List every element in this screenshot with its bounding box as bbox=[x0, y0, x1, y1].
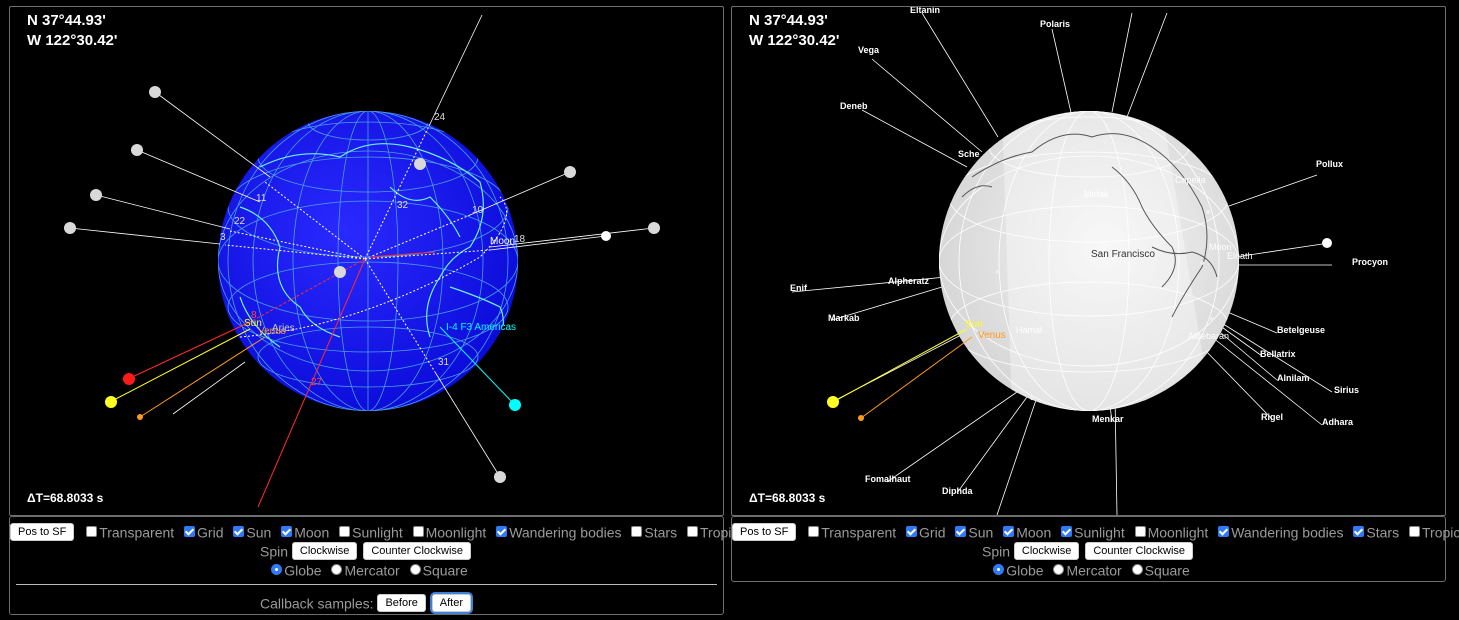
stars-checkbox-right[interactable] bbox=[1353, 525, 1365, 537]
svg-text:Elnath: Elnath bbox=[1227, 251, 1253, 261]
svg-text:Diphda: Diphda bbox=[942, 486, 973, 496]
svg-text:11: 11 bbox=[256, 193, 267, 204]
pos-to-sf-button[interactable]: Pos to SF bbox=[10, 523, 75, 542]
svg-text:32: 32 bbox=[397, 200, 409, 211]
svg-text:Aldebaran: Aldebaran bbox=[1188, 331, 1229, 341]
square-radio-right[interactable] bbox=[1131, 563, 1143, 575]
pos-to-sf-button-right[interactable]: Pos to SF bbox=[732, 523, 797, 542]
moon-marker[interactable] bbox=[601, 231, 611, 241]
square-radio[interactable] bbox=[409, 563, 421, 575]
left-globe-view[interactable]: 24 11 22 3 32 10 18 31 27 8 Moon Sun Ven… bbox=[9, 6, 724, 516]
svg-text:Sche: Sche bbox=[958, 149, 980, 159]
clockwise-button-right[interactable]: Clockwise bbox=[1013, 542, 1080, 561]
globe-radio-right[interactable] bbox=[993, 563, 1005, 575]
spin-row: Spin Clockwise Counter Clockwise bbox=[10, 542, 723, 561]
grid-checkbox[interactable] bbox=[184, 525, 196, 537]
before-button[interactable]: Before bbox=[377, 594, 426, 613]
san-francisco-label: San Francisco bbox=[1091, 249, 1155, 260]
svg-text:Markab: Markab bbox=[828, 313, 860, 323]
divider bbox=[16, 584, 717, 585]
svg-text:Procyon: Procyon bbox=[1352, 257, 1388, 267]
spin-row-right: Spin Clockwise Counter Clockwise bbox=[732, 542, 1445, 561]
svg-text:Moon: Moon bbox=[490, 236, 515, 247]
svg-text:Capella: Capella bbox=[1175, 175, 1206, 185]
right-controls: Pos to SF Transparent Grid Sun Moon Sunl… bbox=[731, 516, 1459, 582]
svg-text:Adhara: Adhara bbox=[1322, 417, 1354, 427]
grid-checkbox-right[interactable] bbox=[906, 525, 918, 537]
moon-checkbox-right[interactable] bbox=[1003, 525, 1015, 537]
svg-text:31: 31 bbox=[438, 357, 450, 368]
svg-text:Deneb: Deneb bbox=[840, 101, 868, 111]
moon-checkbox[interactable] bbox=[281, 525, 293, 537]
right-toggle-row: Pos to SF Transparent Grid Sun Moon Sunl… bbox=[732, 523, 1459, 542]
moonlight-checkbox[interactable] bbox=[412, 525, 424, 537]
counter-clockwise-button-right[interactable]: Counter Clockwise bbox=[1085, 542, 1194, 561]
delta-t-readout: ΔT=68.8033 s bbox=[27, 491, 104, 505]
left-toggle-row: Pos to SF Transparent Grid Sun Moon Sunl… bbox=[10, 523, 745, 542]
projection-row: Globe Mercator Square bbox=[10, 561, 723, 578]
moon-marker-right[interactable] bbox=[1322, 238, 1332, 248]
mercator-radio-right[interactable] bbox=[1053, 563, 1065, 575]
left-globe-canvas[interactable]: 24 11 22 3 32 10 18 31 27 8 Moon Sun Ven… bbox=[10, 7, 723, 515]
right-globe-canvas[interactable]: Eltanin Polaris Vega Deneb Sche Pollux P… bbox=[732, 7, 1445, 515]
svg-text:Mirfak: Mirfak bbox=[1084, 189, 1109, 199]
svg-text:Vega: Vega bbox=[858, 45, 880, 55]
mercator-radio[interactable] bbox=[331, 563, 343, 575]
latitude-readout-right: N 37°44.93' bbox=[749, 12, 828, 29]
svg-text:10: 10 bbox=[472, 205, 484, 216]
wandering-bodies-checkbox-right[interactable] bbox=[1218, 525, 1230, 537]
svg-text:Polaris: Polaris bbox=[1040, 19, 1070, 29]
counter-clockwise-button[interactable]: Counter Clockwise bbox=[363, 542, 472, 561]
svg-text:18: 18 bbox=[514, 234, 526, 245]
sun-checkbox[interactable] bbox=[233, 525, 245, 537]
svg-text:Enif: Enif bbox=[790, 283, 808, 293]
svg-text:Eltanin: Eltanin bbox=[910, 7, 940, 15]
svg-text:27: 27 bbox=[311, 377, 323, 388]
svg-text:Pollux: Pollux bbox=[1316, 159, 1343, 169]
venus-marker[interactable] bbox=[137, 414, 143, 420]
projection-row-right: Globe Mercator Square bbox=[732, 561, 1445, 578]
sunlight-checkbox[interactable] bbox=[339, 525, 351, 537]
svg-text:24: 24 bbox=[434, 112, 446, 123]
svg-text:Venus: Venus bbox=[978, 330, 1006, 341]
svg-text:I-4 F3 Americas: I-4 F3 Americas bbox=[446, 322, 516, 333]
right-globe-view[interactable]: Eltanin Polaris Vega Deneb Sche Pollux P… bbox=[731, 6, 1446, 516]
tropics-checkbox[interactable] bbox=[687, 525, 698, 537]
delta-t-readout-right: ΔT=68.8033 s bbox=[749, 491, 826, 505]
svg-text:3: 3 bbox=[220, 232, 226, 243]
wandering-bodies-checkbox[interactable] bbox=[496, 525, 508, 537]
svg-text:Bellatrix: Bellatrix bbox=[1260, 349, 1296, 359]
left-controls: Pos to SF Transparent Grid Sun Moon Sunl… bbox=[9, 516, 745, 615]
svg-text:Betelgeuse: Betelgeuse bbox=[1277, 325, 1325, 335]
longitude-readout-right: W 122°30.42' bbox=[749, 32, 840, 49]
clockwise-button[interactable]: Clockwise bbox=[291, 542, 358, 561]
svg-text:Menkar: Menkar bbox=[1092, 414, 1124, 424]
sun-checkbox-right[interactable] bbox=[955, 525, 967, 537]
moonlight-checkbox-right[interactable] bbox=[1134, 525, 1146, 537]
satellite-cyan-marker[interactable] bbox=[509, 399, 521, 411]
svg-text:Sun: Sun bbox=[965, 319, 983, 330]
svg-text:Fomalhaut: Fomalhaut bbox=[865, 474, 911, 484]
sunlight-checkbox-right[interactable] bbox=[1061, 525, 1073, 537]
svg-text:Alnilam: Alnilam bbox=[1277, 373, 1310, 383]
latitude-readout: N 37°44.93' bbox=[27, 12, 106, 29]
transparent-checkbox[interactable] bbox=[86, 525, 98, 537]
tropics-checkbox-right[interactable] bbox=[1409, 525, 1420, 537]
svg-text:Hamal: Hamal bbox=[1016, 325, 1042, 335]
after-button[interactable]: After bbox=[431, 594, 472, 613]
mars-marker[interactable] bbox=[123, 373, 135, 385]
sun-marker[interactable] bbox=[105, 396, 117, 408]
svg-text:22: 22 bbox=[234, 216, 246, 227]
globe-radio[interactable] bbox=[271, 563, 283, 575]
svg-text:Alpheratz: Alpheratz bbox=[888, 276, 930, 286]
svg-text:Sirius: Sirius bbox=[1334, 385, 1359, 395]
stars-checkbox[interactable] bbox=[631, 525, 643, 537]
svg-text:Rigel: Rigel bbox=[1261, 412, 1283, 422]
callback-row: Callback samples: Before After bbox=[10, 594, 723, 613]
longitude-readout: W 122°30.42' bbox=[27, 32, 118, 49]
transparent-checkbox-right[interactable] bbox=[808, 525, 820, 537]
svg-text:Aries: Aries bbox=[272, 323, 295, 334]
